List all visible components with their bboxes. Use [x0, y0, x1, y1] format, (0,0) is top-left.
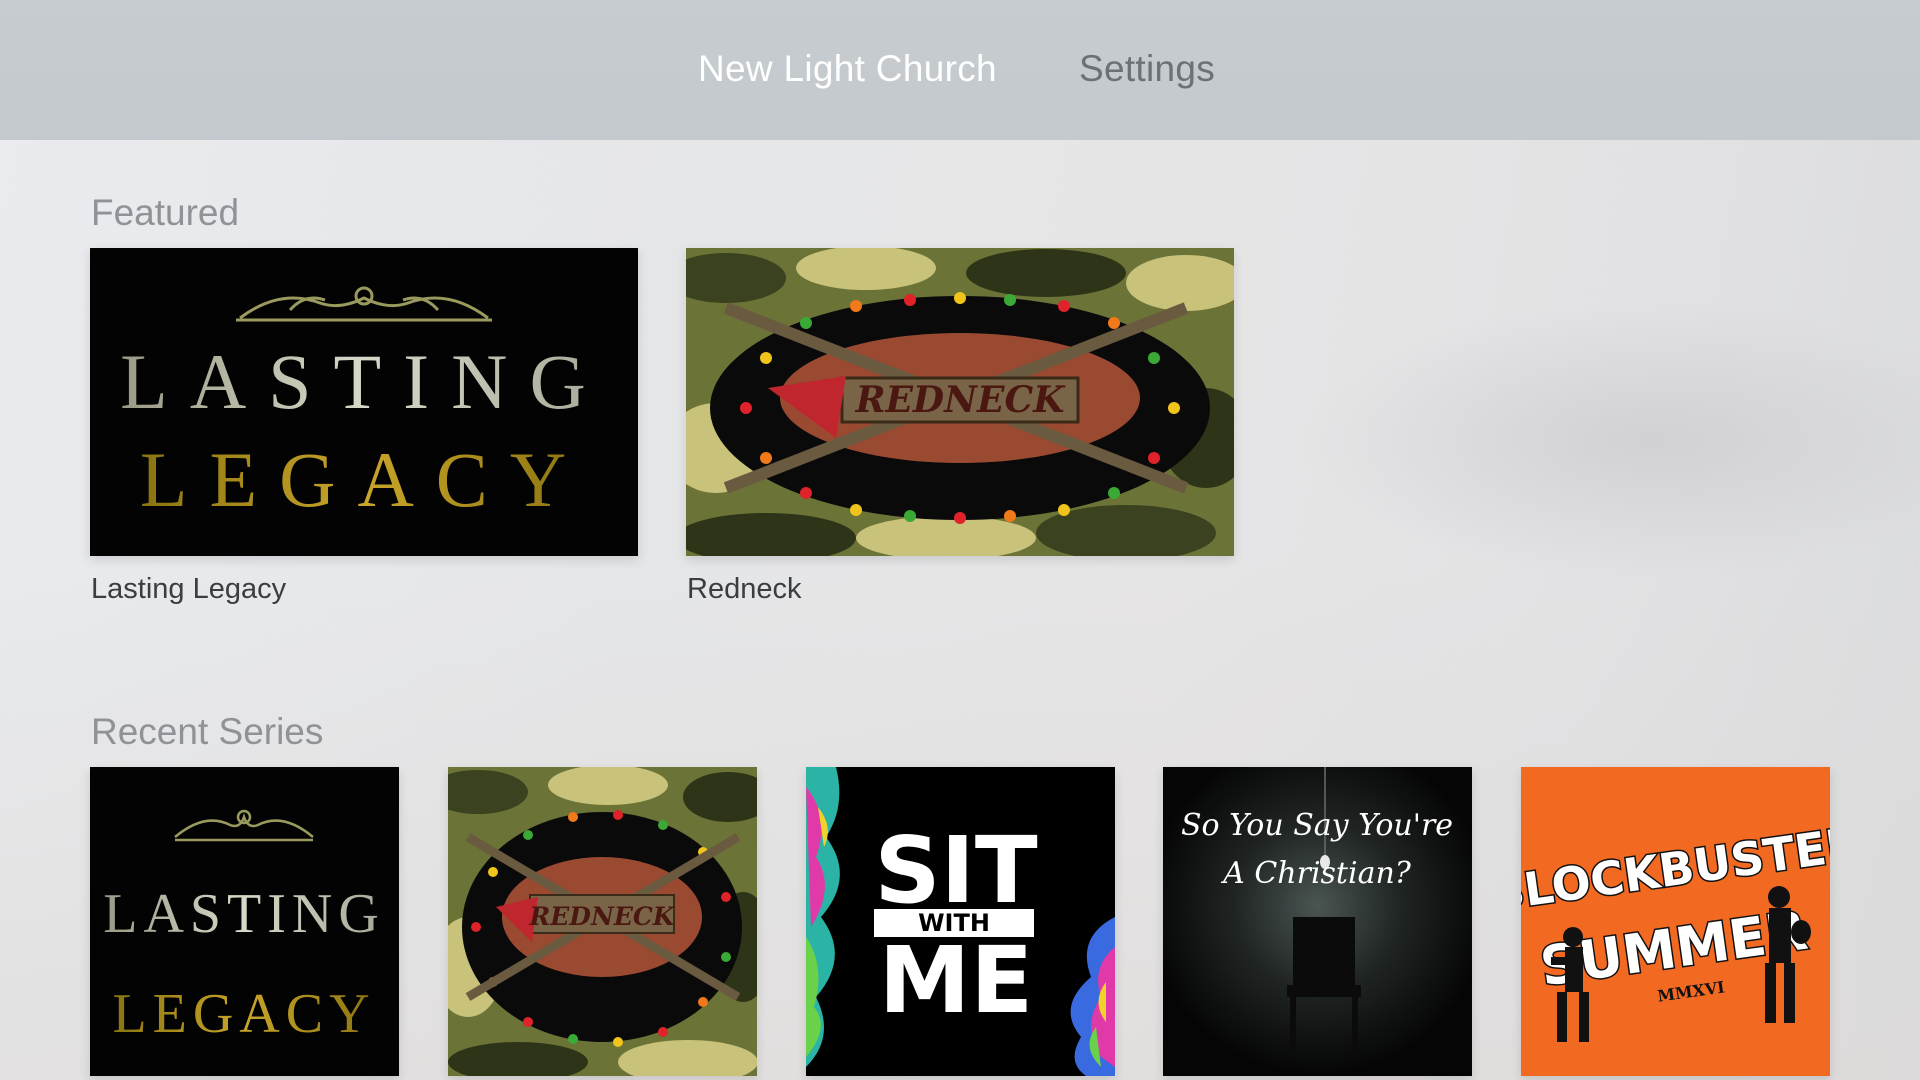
so-you-say-artwork: So You Say You're A Christian?	[1163, 767, 1472, 1076]
featured-card-lasting-legacy[interactable]: LASTING LEGACY	[90, 248, 638, 556]
background-glow	[1300, 300, 1920, 580]
featured-label-lasting-legacy: Lasting Legacy	[91, 573, 287, 605]
art-text-redneck: REDNECK	[528, 902, 675, 931]
tab-settings[interactable]: Settings	[1079, 48, 1215, 90]
redneck-square-artwork: REDNECK	[448, 767, 757, 1076]
top-nav-bar: New Light Church Settings	[0, 0, 1920, 140]
nav-tabs: New Light Church Settings	[0, 48, 1920, 94]
recent-card-sit-with-me[interactable]: SIT WITH ME	[806, 767, 1115, 1076]
art-text-legacy: LEGACY	[140, 436, 588, 523]
featured-section-title: Featured	[91, 192, 240, 233]
art-text-line1: So You Say You're	[1181, 808, 1453, 843]
featured-card-redneck[interactable]: REDNECK	[686, 248, 1234, 556]
redneck-artwork: REDNECK	[686, 248, 1234, 556]
art-text-lasting: LASTING	[120, 338, 608, 425]
blockbuster-summer-artwork: BLOCKBUSTER SUMMER MMXVI	[1521, 767, 1830, 1076]
lasting-legacy-square-artwork: LASTING LEGACY	[90, 767, 399, 1076]
recent-card-so-you-say[interactable]: So You Say You're A Christian?	[1163, 767, 1472, 1076]
recent-series-section-title: Recent Series	[91, 711, 324, 752]
art-text-sit: SIT	[874, 817, 1037, 924]
tab-new-light-church[interactable]: New Light Church	[698, 48, 997, 90]
recent-card-blockbuster-summer[interactable]: BLOCKBUSTER SUMMER MMXVI	[1521, 767, 1830, 1076]
art-text-lasting: LASTING	[103, 883, 385, 945]
art-text-legacy: LEGACY	[112, 983, 375, 1045]
art-text-me: ME	[879, 927, 1033, 1034]
recent-card-redneck[interactable]: REDNECK	[448, 767, 757, 1076]
sit-with-me-artwork: SIT WITH ME	[806, 767, 1115, 1076]
featured-label-redneck: Redneck	[687, 573, 802, 605]
art-text-line2: A Christian?	[1220, 856, 1412, 891]
art-text-redneck: REDNECK	[855, 379, 1067, 421]
recent-card-lasting-legacy[interactable]: LASTING LEGACY	[90, 767, 399, 1076]
lasting-legacy-artwork: LASTING LEGACY	[90, 248, 638, 556]
